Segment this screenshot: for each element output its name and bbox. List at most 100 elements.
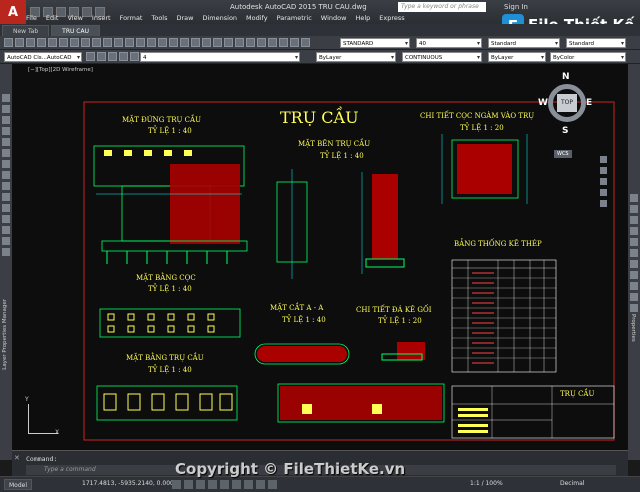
tool-icon[interactable] bbox=[59, 38, 68, 47]
region-icon[interactable] bbox=[2, 226, 10, 234]
layer-icon[interactable] bbox=[108, 52, 117, 61]
tool-icon[interactable] bbox=[70, 38, 79, 47]
properties-palette-label[interactable]: Properties bbox=[630, 314, 636, 342]
menu-modify[interactable]: Modify bbox=[246, 12, 268, 24]
zoom-icon[interactable] bbox=[600, 178, 607, 185]
menu-parametric[interactable]: Parametric bbox=[277, 12, 312, 24]
tool-icon[interactable] bbox=[246, 38, 255, 47]
layer-icon[interactable] bbox=[130, 52, 139, 61]
mirror-icon[interactable] bbox=[630, 216, 638, 224]
tool-icon[interactable] bbox=[290, 38, 299, 47]
tool-icon[interactable] bbox=[202, 38, 211, 47]
signin-link[interactable]: Sign In bbox=[504, 3, 528, 11]
compass-north[interactable]: N bbox=[562, 72, 570, 82]
drawing-canvas[interactable]: [−][Top][2D Wireframe] TRỤ CẦU MẶT ĐỨNG … bbox=[12, 64, 628, 450]
tool-icon[interactable] bbox=[158, 38, 167, 47]
layer-icon[interactable] bbox=[86, 52, 95, 61]
coordinates-readout[interactable]: 1717.4813, -5935.2140, 0.0000 bbox=[82, 480, 178, 487]
table-icon[interactable] bbox=[2, 237, 10, 245]
move-icon[interactable] bbox=[630, 249, 638, 257]
compass-west[interactable]: W bbox=[538, 98, 548, 108]
wcs-menu[interactable]: WCS bbox=[554, 150, 572, 158]
menu-draw[interactable]: Draw bbox=[177, 12, 194, 24]
polygon-icon[interactable] bbox=[2, 116, 10, 124]
text-height-select[interactable]: 40 bbox=[416, 38, 482, 49]
transparency-icon[interactable] bbox=[256, 480, 265, 489]
dim-style-select[interactable]: Standard bbox=[488, 38, 560, 49]
search-input[interactable]: Type a keyword or phrase bbox=[398, 2, 486, 12]
linetype-select[interactable]: CONTINUOUS bbox=[402, 52, 482, 63]
tool-icon[interactable] bbox=[180, 38, 189, 47]
point-icon[interactable] bbox=[2, 193, 10, 201]
viewcube-top-face[interactable]: TOP bbox=[557, 94, 577, 112]
copy-icon[interactable] bbox=[630, 205, 638, 213]
tool-icon[interactable] bbox=[103, 38, 112, 47]
menu-view[interactable]: View bbox=[67, 12, 82, 24]
scale-icon[interactable] bbox=[630, 271, 638, 279]
rotate-icon[interactable] bbox=[630, 260, 638, 268]
menu-express[interactable]: Express bbox=[379, 12, 404, 24]
steering-wheel-icon[interactable] bbox=[600, 156, 607, 163]
otrack-icon[interactable] bbox=[232, 480, 241, 489]
menu-file[interactable]: File bbox=[26, 12, 37, 24]
menu-dimension[interactable]: Dimension bbox=[202, 12, 237, 24]
menu-tools[interactable]: Tools bbox=[151, 12, 167, 24]
tool-icon[interactable] bbox=[125, 38, 134, 47]
tool-icon[interactable] bbox=[114, 38, 123, 47]
stretch-icon[interactable] bbox=[630, 282, 638, 290]
extend-icon[interactable] bbox=[630, 304, 638, 312]
tool-icon[interactable] bbox=[301, 38, 310, 47]
spline-icon[interactable] bbox=[2, 160, 10, 168]
table-style-select[interactable]: Standard bbox=[566, 38, 626, 49]
line-icon[interactable] bbox=[2, 94, 10, 102]
autocad-logo-icon[interactable]: A bbox=[0, 0, 26, 24]
viewcube[interactable]: TOP N S W E bbox=[538, 70, 592, 140]
tool-icon[interactable] bbox=[136, 38, 145, 47]
tool-icon[interactable] bbox=[235, 38, 244, 47]
polyline-icon[interactable] bbox=[2, 105, 10, 113]
selection-icon[interactable] bbox=[268, 480, 277, 489]
tool-icon[interactable] bbox=[169, 38, 178, 47]
compass-south[interactable]: S bbox=[562, 126, 568, 136]
tool-icon[interactable] bbox=[4, 38, 13, 47]
units-readout[interactable]: Decimal bbox=[560, 480, 584, 487]
trim-icon[interactable] bbox=[630, 293, 638, 301]
layer-icon[interactable] bbox=[119, 52, 128, 61]
rectangle-icon[interactable] bbox=[2, 127, 10, 135]
lineweight-icon[interactable] bbox=[244, 480, 253, 489]
layer-select[interactable]: 4 bbox=[140, 52, 300, 63]
gradient-icon[interactable] bbox=[2, 215, 10, 223]
circle-icon[interactable] bbox=[2, 149, 10, 157]
ellipse-icon[interactable] bbox=[2, 171, 10, 179]
menu-format[interactable]: Format bbox=[120, 12, 143, 24]
tool-icon[interactable] bbox=[191, 38, 200, 47]
tool-icon[interactable] bbox=[224, 38, 233, 47]
model-tab[interactable]: Model bbox=[4, 479, 33, 490]
menu-help[interactable]: Help bbox=[355, 12, 370, 24]
tool-icon[interactable] bbox=[48, 38, 57, 47]
plotstyle-select[interactable]: ByColor bbox=[550, 52, 626, 63]
menu-edit[interactable]: Edit bbox=[46, 12, 59, 24]
layer-icon[interactable] bbox=[97, 52, 106, 61]
polar-icon[interactable] bbox=[208, 480, 217, 489]
hatch-icon[interactable] bbox=[2, 204, 10, 212]
tab-new[interactable]: New Tab bbox=[2, 25, 50, 36]
pan-icon[interactable] bbox=[600, 167, 607, 174]
workspace-select[interactable]: AutoCAD Cls...AutoCAD 201 bbox=[4, 52, 82, 71]
layer-properties-manager-label[interactable]: Layer Properties Manager bbox=[2, 299, 8, 370]
tool-icon[interactable] bbox=[213, 38, 222, 47]
close-icon[interactable]: ✕ bbox=[14, 454, 20, 462]
showmotion-icon[interactable] bbox=[600, 200, 607, 207]
lineweight-select[interactable]: ByLayer bbox=[488, 52, 546, 63]
tool-icon[interactable] bbox=[26, 38, 35, 47]
snap-icon[interactable] bbox=[184, 480, 193, 489]
tool-icon[interactable] bbox=[279, 38, 288, 47]
mtext-icon[interactable] bbox=[2, 248, 10, 256]
grid-icon[interactable] bbox=[172, 480, 181, 489]
array-icon[interactable] bbox=[630, 238, 638, 246]
tool-icon[interactable] bbox=[37, 38, 46, 47]
ortho-icon[interactable] bbox=[196, 480, 205, 489]
tool-icon[interactable] bbox=[92, 38, 101, 47]
text-style-select[interactable]: STANDARD bbox=[340, 38, 410, 49]
arc-icon[interactable] bbox=[2, 138, 10, 146]
